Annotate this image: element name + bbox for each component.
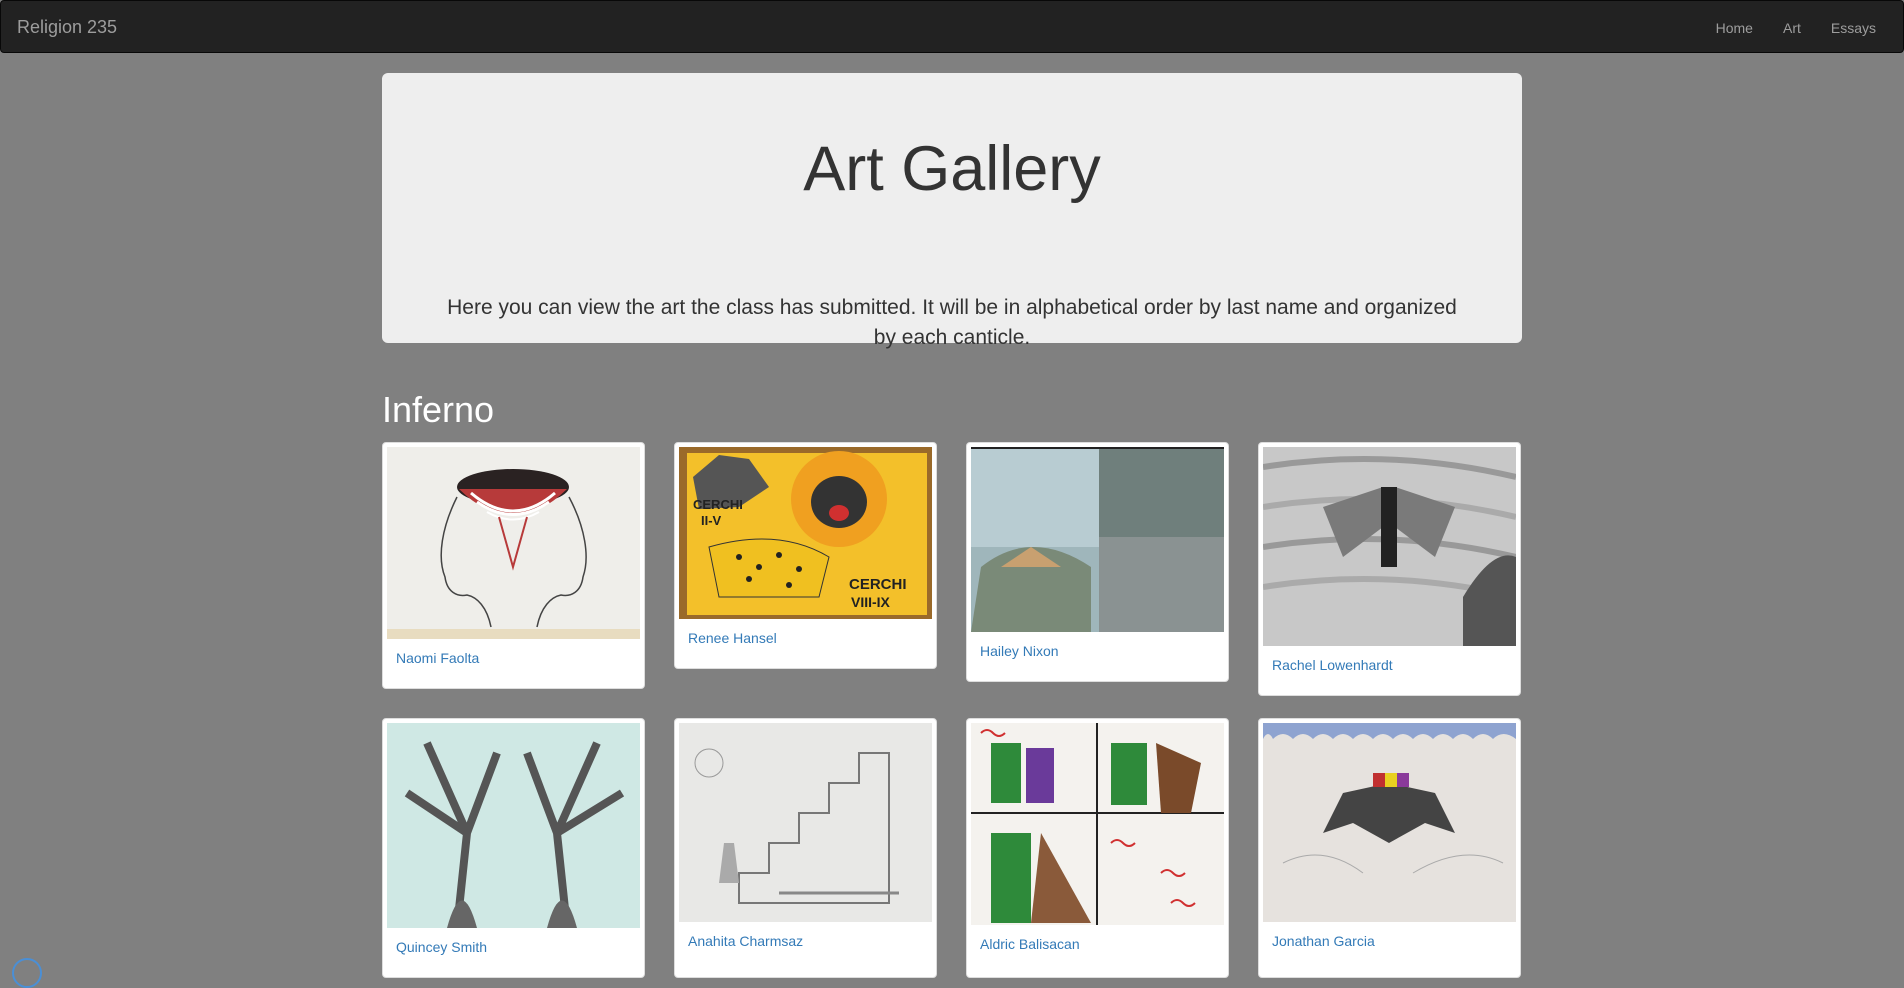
nav-art-link[interactable]: Art bbox=[1768, 18, 1816, 38]
page-intro-text: Here you can view the art the class has … bbox=[447, 296, 1457, 349]
artist-name-link[interactable]: Naomi Faolta bbox=[387, 639, 640, 668]
two-trees-drawing-icon bbox=[387, 723, 640, 928]
lucifer-drawing-icon bbox=[1263, 723, 1516, 922]
gallery-item[interactable]: Aldric Balisacan bbox=[966, 718, 1229, 978]
three-beasts-painting-icon: CERCHI II-V CERCHI VIII-IX bbox=[679, 447, 932, 619]
hero-jumbotron: Art Gallery Here you can view the art th… bbox=[382, 73, 1522, 349]
artist-name-link[interactable]: Quincey Smith bbox=[387, 928, 640, 957]
artist-name-link[interactable]: Aldric Balisacan bbox=[971, 925, 1224, 954]
artist-name-link[interactable]: Renee Hansel bbox=[679, 619, 932, 648]
svg-text:VIII-IX: VIII-IX bbox=[851, 594, 891, 610]
nav-home-link[interactable]: Home bbox=[1701, 18, 1768, 38]
svg-text:CERCHI: CERCHI bbox=[693, 497, 743, 512]
gallery-item[interactable]: Naomi Faolta bbox=[382, 442, 645, 689]
svg-text:II-V: II-V bbox=[701, 513, 722, 528]
section-title-inferno: Inferno bbox=[382, 389, 495, 430]
artist-name-link[interactable]: Rachel Lowenhardt bbox=[1263, 646, 1516, 675]
artist-name-link[interactable]: Jonathan Garcia bbox=[1263, 922, 1516, 951]
artist-name-link[interactable]: Hailey Nixon bbox=[971, 632, 1224, 661]
nav-links: Home Art Essays bbox=[1701, 1, 1903, 54]
svg-text:CERCHI: CERCHI bbox=[849, 576, 907, 593]
gallery-item[interactable]: Anahita Charmsaz bbox=[674, 718, 937, 978]
comic-panels-drawing-icon bbox=[971, 723, 1224, 925]
gallery-item[interactable]: Jonathan Garcia bbox=[1258, 718, 1521, 978]
top-navbar: Religion 235 Home Art Essays bbox=[0, 0, 1904, 53]
help-widget-icon[interactable] bbox=[12, 958, 42, 988]
page-title: Art Gallery bbox=[803, 134, 1101, 204]
landscape-collage-icon bbox=[971, 447, 1224, 632]
gallery-item[interactable]: Rachel Lowenhardt bbox=[1258, 442, 1521, 696]
gallery-item[interactable]: Hailey Nixon bbox=[966, 442, 1229, 682]
brand-link[interactable]: Religion 235 bbox=[17, 17, 117, 37]
two-faces-drawing-icon bbox=[387, 447, 640, 639]
artist-name-link[interactable]: Anahita Charmsaz bbox=[679, 922, 932, 951]
gallery-item[interactable]: Quincey Smith bbox=[382, 718, 645, 978]
winged-figure-drawing-icon bbox=[1263, 447, 1516, 646]
stairway-drawing-icon bbox=[679, 723, 932, 922]
gallery-item[interactable]: CERCHI II-V CERCHI VIII-IX Renee Hansel bbox=[674, 442, 937, 669]
nav-essays-link[interactable]: Essays bbox=[1816, 18, 1891, 38]
